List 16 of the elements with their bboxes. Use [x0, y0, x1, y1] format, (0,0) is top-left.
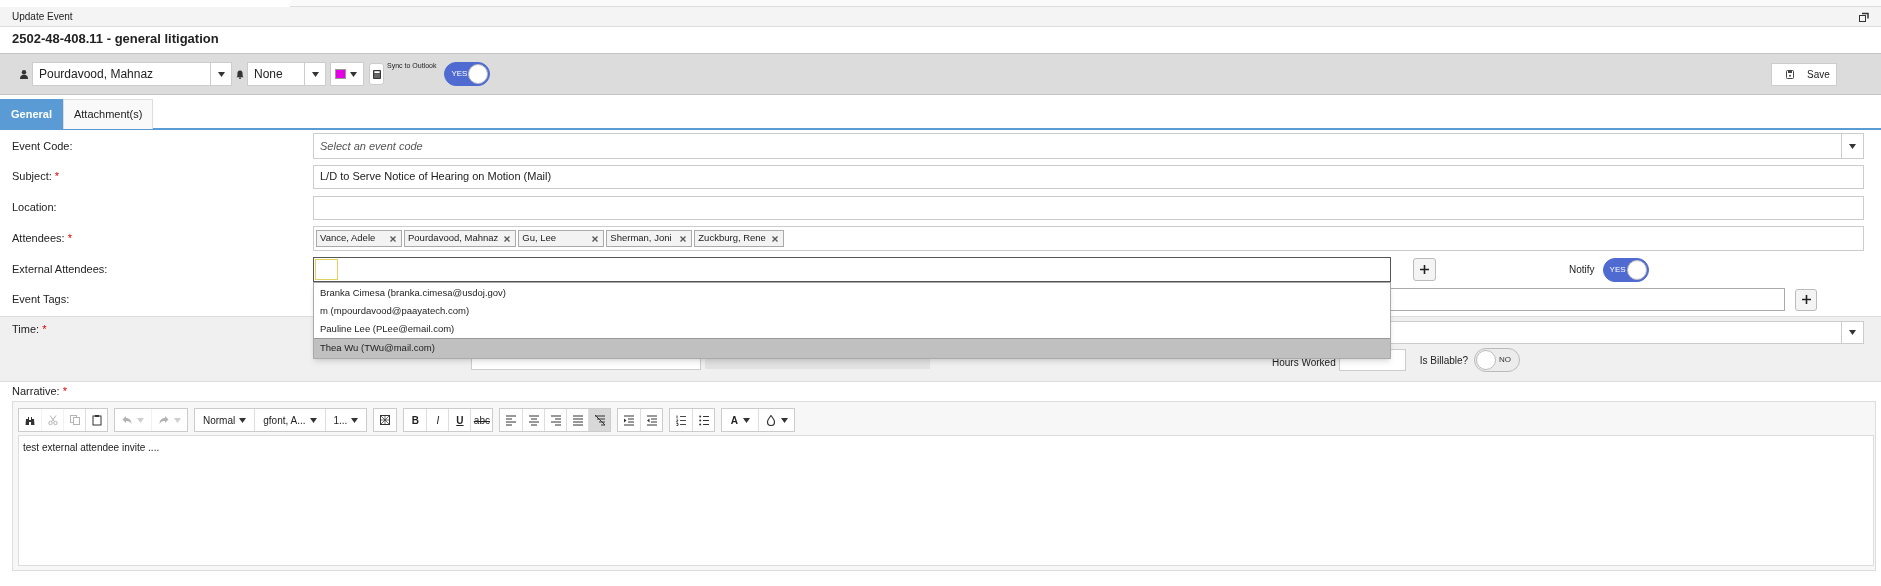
toggle-label: YES [1609, 263, 1626, 276]
field-label: Narrative: * [11, 384, 68, 400]
window-title: Update Event [12, 10, 73, 24]
page-title: 2502-48-408.11 - general litigation [12, 30, 219, 49]
field-label: Location: [12, 200, 57, 216]
field-label: Event Tags: [12, 292, 70, 308]
field-label: Subject: * [12, 169, 60, 185]
narrative-text: test external attendee invite .... [23, 441, 161, 455]
field-label: Event Code: [12, 138, 73, 154]
billable-label: Is Billable? [1419, 353, 1469, 368]
field-label: Time: * [12, 322, 47, 337]
field-label: Attendees: * [12, 231, 72, 247]
toggle-label: YES [451, 68, 468, 80]
field-label: External Attendees: [12, 262, 108, 278]
toggle-label: NO [1499, 354, 1512, 366]
notify-label: Notify [1569, 263, 1595, 277]
